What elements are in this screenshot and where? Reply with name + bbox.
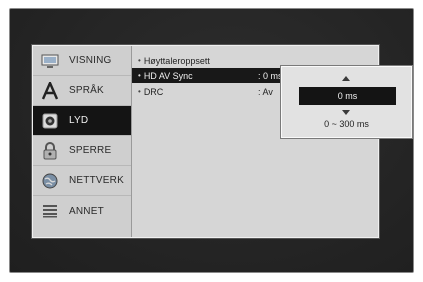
sidebar-item-lyd[interactable]: LYD xyxy=(33,106,131,136)
sidebar-item-label: ANNET xyxy=(69,205,104,217)
monitor-icon xyxy=(41,52,59,70)
sidebar-item-label: SPERRE xyxy=(69,145,112,156)
setting-label: DRC xyxy=(143,86,164,97)
category-sidebar: VISNING SPRÅK LYD SPERRE NETTVERK ANNET xyxy=(33,46,132,237)
sidebar-item-sprak[interactable]: SPRÅK xyxy=(33,76,131,106)
speaker-icon xyxy=(41,112,59,130)
sidebar-item-label: LYD xyxy=(69,115,89,126)
sidebar-item-label: NETTVERK xyxy=(69,175,124,186)
sidebar-item-visning[interactable]: VISNING xyxy=(33,46,131,76)
value-adjust-popup: 0 ms 0 ~ 300 ms xyxy=(281,66,412,138)
globe-icon xyxy=(41,172,59,190)
list-icon xyxy=(41,202,59,220)
setting-value: : Av xyxy=(258,86,273,97)
sidebar-item-annet[interactable]: ANNET xyxy=(33,196,131,226)
popup-current-value[interactable]: 0 ms xyxy=(299,87,396,105)
sidebar-item-sperre[interactable]: SPERRE xyxy=(33,136,131,166)
lock-icon xyxy=(41,141,59,160)
language-a-icon xyxy=(41,81,59,100)
bullet: • xyxy=(138,71,141,80)
sidebar-item-label: VISNING xyxy=(69,55,112,66)
bullet: • xyxy=(138,56,141,65)
setting-label: HD AV Sync xyxy=(143,70,193,81)
arrow-up-icon[interactable] xyxy=(342,76,350,81)
sidebar-item-nettverk[interactable]: NETTVERK xyxy=(33,166,131,196)
tv-screen: VISNING SPRÅK LYD SPERRE NETTVERK ANNET … xyxy=(9,8,414,273)
setting-value: : 0 ms xyxy=(258,70,283,81)
popup-range: 0 ~ 300 ms xyxy=(324,119,369,129)
sidebar-item-label: SPRÅK xyxy=(69,85,104,96)
arrow-down-icon[interactable] xyxy=(342,110,350,115)
bullet: • xyxy=(138,87,141,96)
setting-label: Høyttaleroppsett xyxy=(143,55,210,66)
